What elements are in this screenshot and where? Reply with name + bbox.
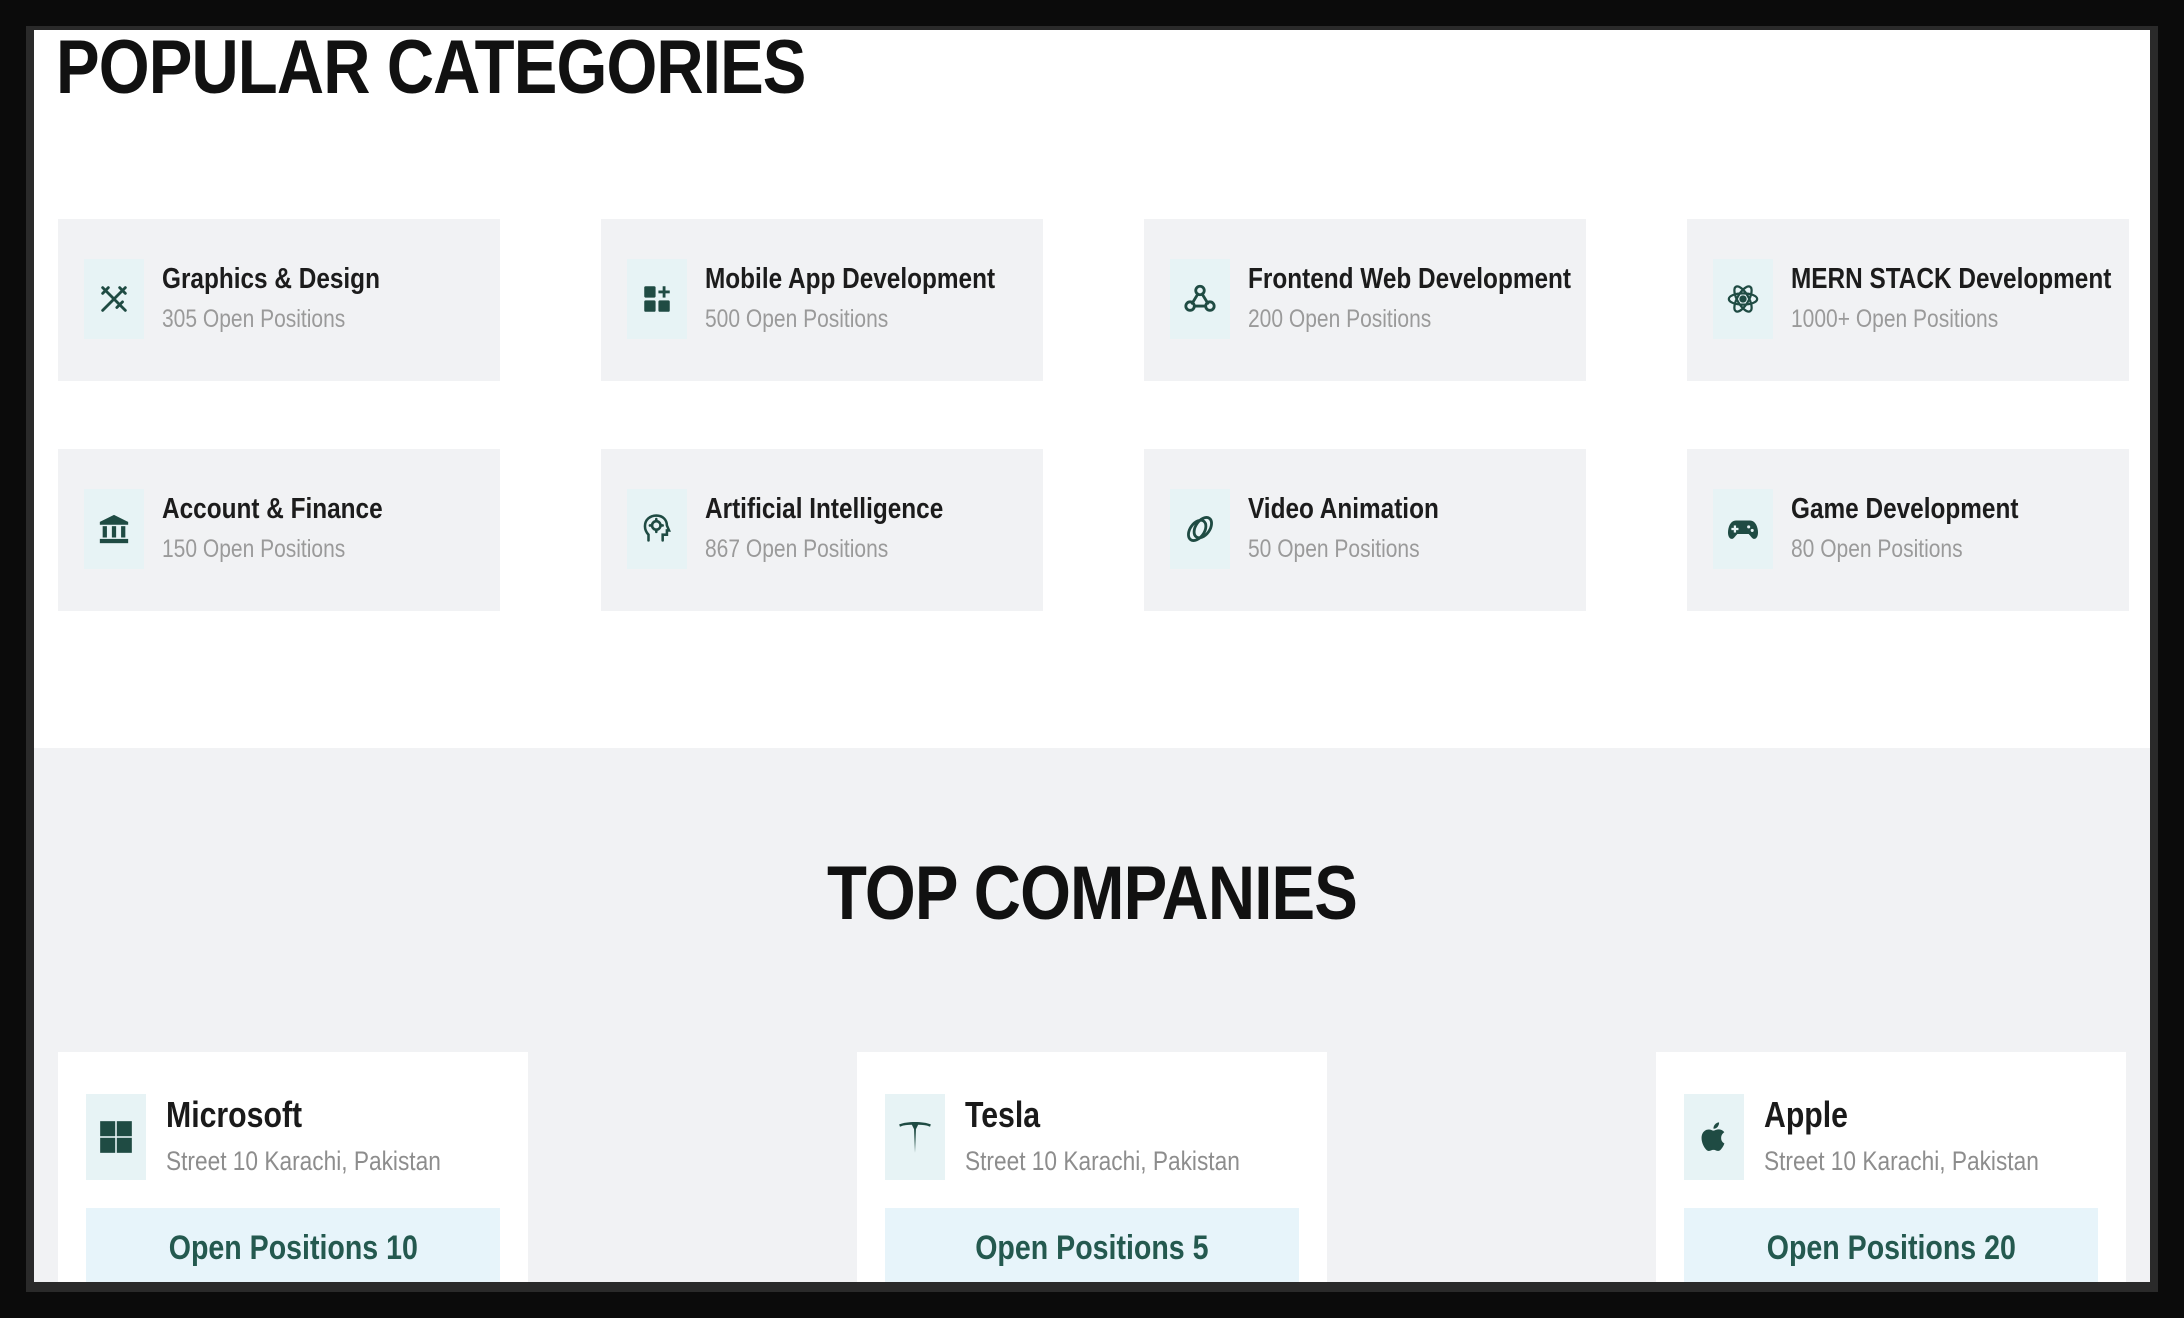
company-address: Street 10 Karachi, Pakistan [965,1146,1240,1176]
category-positions: 1000+ Open Positions [1791,305,1999,333]
react-atom-icon [1713,259,1773,339]
category-positions: 200 Open Positions [1248,305,1432,333]
category-card-graphics-design[interactable]: Graphics & Design 305 Open Positions [58,219,500,381]
category-positions: 80 Open Positions [1791,535,1963,563]
company-card-microsoft[interactable]: Microsoft Street 10 Karachi, Pakistan Op… [58,1052,528,1282]
company-card-apple[interactable]: Apple Street 10 Karachi, Pakistan Open P… [1656,1052,2126,1282]
open-positions-label: Open Positions 5 [975,1228,1209,1267]
webhook-icon [1170,259,1230,339]
top-companies-title: TOP COMPANIES [827,851,1358,936]
open-positions-label: Open Positions 20 [1766,1228,2016,1267]
category-name: Artificial Intelligence [705,493,944,525]
page: POPULAR CATEGORIES Graphics & Design 305… [34,30,2150,1282]
category-card-frontend-web[interactable]: Frontend Web Development 200 Open Positi… [1144,219,1586,381]
category-card-game-development[interactable]: Game Development 80 Open Positions [1687,449,2129,611]
company-name: Apple [1764,1094,1849,1135]
pen-ruler-icon [84,259,144,339]
category-positions: 50 Open Positions [1248,535,1420,563]
category-name: Graphics & Design [162,263,380,295]
category-name: Video Animation [1248,493,1439,525]
app-grid-icon [627,259,687,339]
company-name: Tesla [965,1094,1041,1135]
company-card-tesla[interactable]: Tesla Street 10 Karachi, Pakistan Open P… [857,1052,1327,1282]
rings-icon [1170,489,1230,569]
category-positions: 150 Open Positions [162,535,346,563]
category-card-video-animation[interactable]: Video Animation 50 Open Positions [1144,449,1586,611]
category-card-mobile-app[interactable]: Mobile App Development 500 Open Position… [601,219,1043,381]
category-positions: 500 Open Positions [705,305,889,333]
category-name: Mobile App Development [705,263,996,295]
open-positions-button[interactable]: Open Positions 5 [885,1208,1299,1282]
company-address: Street 10 Karachi, Pakistan [166,1146,441,1176]
open-positions-button[interactable]: Open Positions 20 [1684,1208,2098,1282]
ai-head-icon [627,489,687,569]
tesla-logo-icon [885,1094,945,1180]
category-card-mern-stack[interactable]: MERN STACK Development 1000+ Open Positi… [1687,219,2129,381]
open-positions-label: Open Positions 10 [168,1228,418,1267]
open-positions-button[interactable]: Open Positions 10 [86,1208,500,1282]
category-positions: 867 Open Positions [705,535,889,563]
popular-categories-title: POPULAR CATEGORIES [56,30,806,110]
category-name: Frontend Web Development [1248,263,1572,295]
bank-icon [84,489,144,569]
category-card-artificial-intelligence[interactable]: Artificial Intelligence 867 Open Positio… [601,449,1043,611]
category-card-account-finance[interactable]: Account & Finance 150 Open Positions [58,449,500,611]
gamepad-icon [1713,489,1773,569]
company-address: Street 10 Karachi, Pakistan [1764,1146,2039,1176]
apple-logo-icon [1684,1094,1744,1180]
category-positions: 305 Open Positions [162,305,346,333]
company-name: Microsoft [166,1094,303,1135]
category-name: Game Development [1791,493,2019,525]
category-name: Account & Finance [162,493,383,525]
microsoft-logo-icon [86,1094,146,1180]
category-name: MERN STACK Development [1791,263,2112,295]
